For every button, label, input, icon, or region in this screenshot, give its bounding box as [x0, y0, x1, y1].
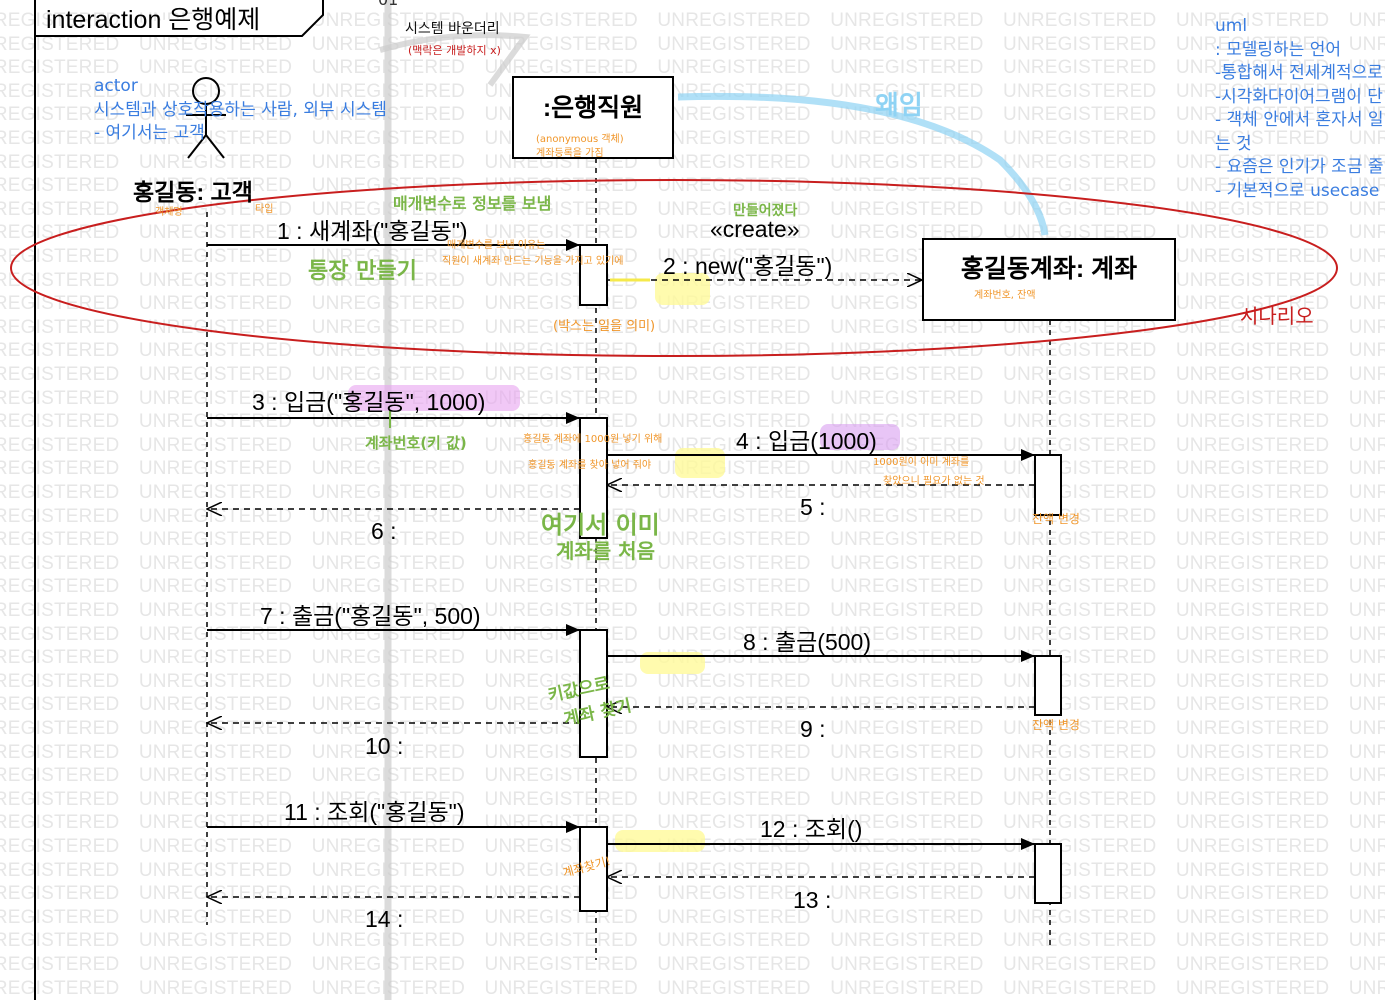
- account-activation: [1034, 655, 1062, 716]
- note-line: - 객체 안에서 혼자서 일: [1215, 110, 1384, 130]
- staff-can-note: 직원이 새계좌 만드는 기능을 가지고 있기에: [442, 256, 624, 267]
- note-line: -통합해서 전세계적으로: [1215, 63, 1383, 83]
- note-line: : 모델링하는 언어: [1215, 39, 1342, 60]
- message-8-label: 8 : 출금(500): [743, 629, 871, 655]
- sequence-diagram: [10, 0, 1338, 1000]
- deposit-note-2: 홍길동 계좌를 찾아 넣어 줘야: [528, 460, 652, 471]
- balance-change-note: 잔액 변경: [1032, 718, 1080, 732]
- note-line: 는 것: [1215, 133, 1252, 154]
- note-line: actor: [94, 76, 138, 96]
- staff-lifeline-head: :은행직원 (anonymous 객체) 계좌등록을 가짐: [512, 76, 674, 159]
- note-line: 시스템과 상호작용하는 사람, 외부 시스템: [94, 99, 387, 120]
- box-meaning-note: (박스는 일을 의미): [553, 319, 656, 334]
- message-13-label: 13 :: [793, 887, 832, 913]
- staff-note-2: 계좌등록을 가짐: [536, 148, 604, 159]
- note-line: - 여기서는 고객: [94, 123, 205, 143]
- account-note-1: 1000원이 이미 계좌를: [873, 457, 970, 468]
- message-12-label: 12 : 조회(): [760, 816, 863, 842]
- message-4-label: 4 : 입금(1000): [736, 428, 877, 454]
- type-note: 타입: [255, 204, 274, 215]
- staff-label: :은행직원: [542, 94, 644, 122]
- actor-note: actor 시스템과 상호작용하는 사람, 외부 시스템 - 여기서는 고객: [94, 75, 387, 146]
- scenario-note: 시나리오: [1240, 304, 1314, 328]
- message-11-label: 11 : 조회("홍길동"): [284, 799, 465, 825]
- corner-text: 01: [378, 0, 398, 9]
- create-stereotype: «create»: [710, 216, 800, 242]
- deposit-note-1: 홍길동 계좌에 1000원 넣기 위해: [523, 434, 663, 445]
- frame-title: interaction 은행예제: [46, 6, 261, 34]
- why-note: 왜임: [875, 91, 923, 121]
- account-first-note: 계좌를 처음: [556, 539, 655, 563]
- account-activation: [1034, 454, 1062, 516]
- system-boundary-note: 시스템 바운더리: [405, 21, 500, 37]
- customer-label: 홍길동: 고객: [133, 179, 253, 205]
- account-note-2: 찾았으니 필요가 없는 것: [883, 476, 985, 487]
- note-line: - 기본적으로 usecase: [1215, 180, 1380, 201]
- note-line: -시각화다이어그램이 단: [1215, 86, 1383, 107]
- message-5-label: 5 :: [800, 494, 826, 520]
- staff-note-1: (anonymous 객체): [536, 134, 624, 145]
- account-activation: [1034, 843, 1062, 904]
- note-line: - 요즘은 인기가 조금 줄: [1215, 157, 1384, 177]
- key-value-note: 계좌번호(키 값): [365, 434, 467, 452]
- account-lifeline-head: 홍길동계좌: 계좌 계좌번호, 잔액: [922, 238, 1176, 321]
- why-send-note: 매개변수를 보낸 이유는: [447, 240, 546, 251]
- created-note: 만들어졌다: [733, 203, 798, 219]
- message-14-label: 14 :: [365, 906, 404, 932]
- note-line: uml: [1215, 16, 1248, 36]
- system-boundary-subnote: (맥락은 개발하지 x): [408, 44, 501, 57]
- balance-change-note: 잔액 변경: [1032, 512, 1080, 526]
- account-note: 계좌번호, 잔액: [974, 290, 1036, 301]
- message-3-label: 3 : 입금("홍길동", 1000): [252, 389, 486, 415]
- message-9-label: 9 :: [800, 716, 826, 742]
- uml-note: uml : 모델링하는 언어 -통합해서 전세계적으로 -시각화다이어그램이 단…: [1215, 15, 1384, 203]
- account-label: 홍길동계좌: 계좌: [960, 255, 1138, 283]
- message-2-label: 2 : new("홍길동"): [663, 253, 833, 279]
- object-name-note: 객체명: [155, 207, 183, 218]
- param-info-note: 매개변수로 정보를 보냄: [393, 194, 552, 213]
- message-10-label: 10 :: [365, 733, 404, 759]
- make-account-note: 통장 만들기: [308, 259, 417, 284]
- yellow-highlight: [675, 448, 725, 478]
- message-6-label: 6 :: [371, 518, 397, 544]
- message-1-label: 1 : 새계좌("홍길동"): [277, 218, 468, 244]
- message-7-label: 7 : 출금("홍길동", 500): [260, 603, 481, 629]
- yellow-highlight: [615, 830, 705, 852]
